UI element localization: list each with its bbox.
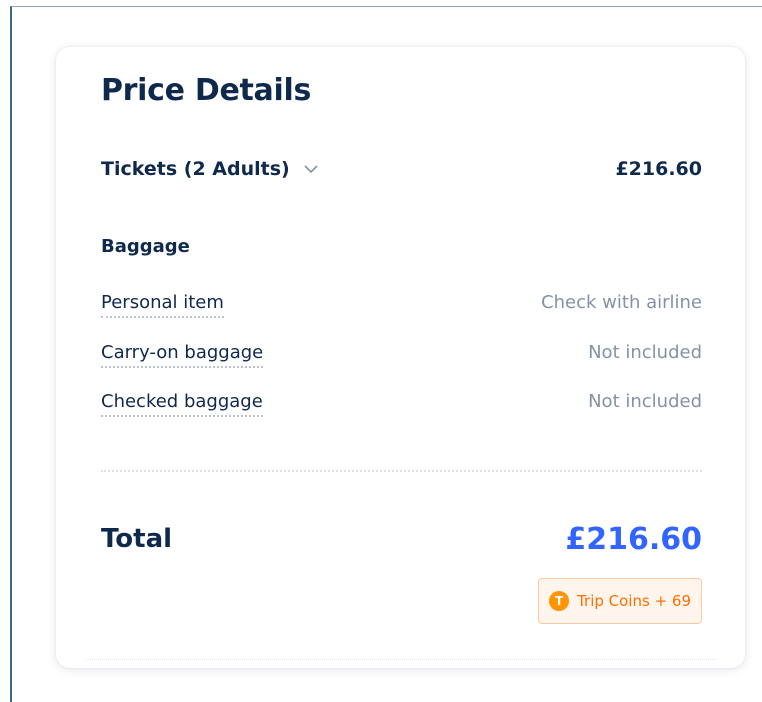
baggage-label[interactable]: Carry-on baggage [101, 342, 264, 368]
total-price: £216.60 [565, 521, 702, 557]
coin-icon-glyph: T [554, 594, 564, 608]
bottom-divider [86, 659, 715, 660]
baggage-row-checked: Checked baggage Not included [101, 391, 702, 421]
section-divider [101, 470, 702, 472]
trip-coins-badge[interactable]: T Trip Coins + 69 [538, 578, 702, 624]
baggage-label[interactable]: Personal item [101, 292, 224, 318]
baggage-row-personal-item: Personal item Check with airline [101, 292, 702, 322]
baggage-row-carry-on: Carry-on baggage Not included [101, 342, 702, 372]
tickets-toggle[interactable]: Tickets (2 Adults) [101, 158, 318, 180]
baggage-section-title: Baggage [101, 236, 190, 257]
total-label: Total [101, 524, 173, 554]
baggage-value: Not included [588, 391, 702, 412]
page-frame: Price Details Tickets (2 Adults) £216.60… [10, 6, 762, 702]
chevron-down-icon [304, 164, 318, 174]
price-details-card: Price Details Tickets (2 Adults) £216.60… [56, 47, 745, 668]
baggage-value: Check with airline [541, 292, 702, 313]
tickets-price: £216.60 [615, 158, 702, 180]
card-title: Price Details [101, 73, 311, 108]
baggage-value: Not included [588, 342, 702, 363]
baggage-label[interactable]: Checked baggage [101, 391, 263, 417]
tickets-label: Tickets (2 Adults) [101, 158, 290, 180]
total-row: Total £216.60 [101, 519, 702, 559]
coin-icon: T [549, 591, 570, 611]
trip-coins-text: Trip Coins + 69 [577, 592, 691, 610]
tickets-row: Tickets (2 Adults) £216.60 [101, 155, 702, 183]
